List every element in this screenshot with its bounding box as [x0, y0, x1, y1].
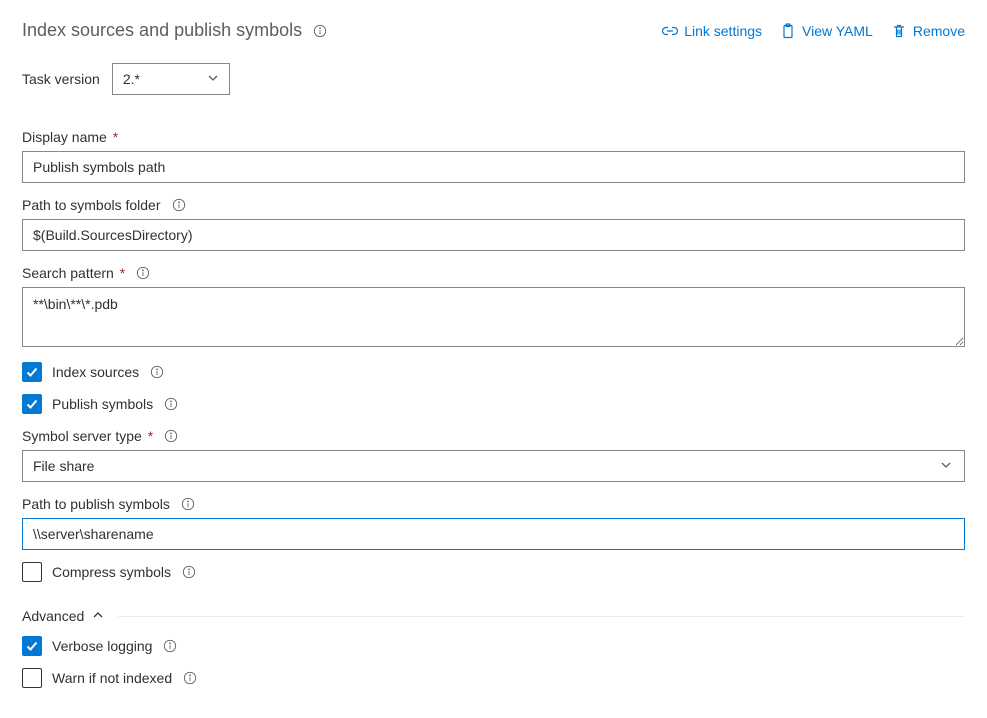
remove-label: Remove	[913, 23, 965, 39]
clipboard-icon	[780, 23, 796, 39]
info-icon[interactable]	[163, 396, 179, 412]
view-yaml-label: View YAML	[802, 23, 873, 39]
task-version-row: Task version 2.*	[22, 63, 965, 95]
display-name-input[interactable]	[22, 151, 965, 183]
info-icon[interactable]	[162, 638, 178, 654]
compress-symbols-label: Compress symbols	[52, 564, 171, 580]
symbol-server-type-value: File share	[33, 458, 94, 474]
info-icon[interactable]	[312, 23, 328, 39]
required-marker: *	[109, 129, 118, 145]
symbol-server-type-select[interactable]: File share	[22, 450, 965, 482]
publish-path-label: Path to publish symbols	[22, 496, 170, 512]
publish-path-input[interactable]	[22, 518, 965, 550]
info-icon[interactable]	[182, 670, 198, 686]
info-icon[interactable]	[163, 428, 179, 444]
publish-symbols-label: Publish symbols	[52, 396, 153, 412]
compress-symbols-row: Compress symbols	[22, 562, 965, 582]
info-icon[interactable]	[180, 496, 196, 512]
task-version-label: Task version	[22, 71, 100, 87]
info-icon[interactable]	[171, 197, 187, 213]
header-actions: Link settings View YAML Remove	[662, 23, 965, 39]
search-pattern-label-row: Search pattern *	[22, 265, 965, 281]
link-settings-label: Link settings	[684, 23, 762, 39]
task-version-select[interactable]: 2.*	[112, 63, 230, 95]
warn-not-indexed-checkbox[interactable]	[22, 668, 42, 688]
advanced-section-toggle[interactable]: Advanced	[22, 608, 965, 624]
trash-icon	[891, 23, 907, 39]
chevron-up-icon	[92, 608, 104, 624]
verbose-logging-row: Verbose logging	[22, 636, 965, 656]
compress-symbols-checkbox[interactable]	[22, 562, 42, 582]
advanced-title: Advanced	[22, 608, 84, 624]
info-icon[interactable]	[149, 364, 165, 380]
display-name-label-row: Display name *	[22, 129, 965, 145]
required-marker: *	[116, 265, 125, 281]
search-pattern-input[interactable]: **\bin\**\*.pdb	[22, 287, 965, 347]
task-version-value: 2.*	[123, 71, 140, 87]
verbose-logging-checkbox[interactable]	[22, 636, 42, 656]
info-icon[interactable]	[135, 265, 151, 281]
symbol-server-type-label: Symbol server type *	[22, 428, 153, 444]
section-divider	[118, 616, 965, 617]
search-pattern-label: Search pattern *	[22, 265, 125, 281]
required-marker: *	[144, 428, 153, 444]
chevron-down-icon	[940, 458, 952, 474]
publish-path-label-row: Path to publish symbols	[22, 496, 965, 512]
chevron-down-icon	[207, 71, 219, 87]
link-icon	[662, 23, 678, 39]
symbols-folder-label-row: Path to symbols folder	[22, 197, 965, 213]
index-sources-row: Index sources	[22, 362, 965, 382]
symbols-folder-input[interactable]	[22, 219, 965, 251]
symbols-folder-label: Path to symbols folder	[22, 197, 161, 213]
index-sources-label: Index sources	[52, 364, 139, 380]
warn-not-indexed-label: Warn if not indexed	[52, 670, 172, 686]
task-title: Index sources and publish symbols	[22, 20, 302, 41]
publish-symbols-checkbox[interactable]	[22, 394, 42, 414]
symbol-server-type-label-row: Symbol server type *	[22, 428, 965, 444]
warn-not-indexed-row: Warn if not indexed	[22, 668, 965, 688]
view-yaml-button[interactable]: View YAML	[780, 23, 873, 39]
display-name-label: Display name *	[22, 129, 118, 145]
remove-button[interactable]: Remove	[891, 23, 965, 39]
task-header: Index sources and publish symbols Link s…	[22, 20, 965, 41]
info-icon[interactable]	[181, 564, 197, 580]
verbose-logging-label: Verbose logging	[52, 638, 152, 654]
link-settings-button[interactable]: Link settings	[662, 23, 762, 39]
publish-symbols-row: Publish symbols	[22, 394, 965, 414]
title-wrap: Index sources and publish symbols	[22, 20, 328, 41]
index-sources-checkbox[interactable]	[22, 362, 42, 382]
